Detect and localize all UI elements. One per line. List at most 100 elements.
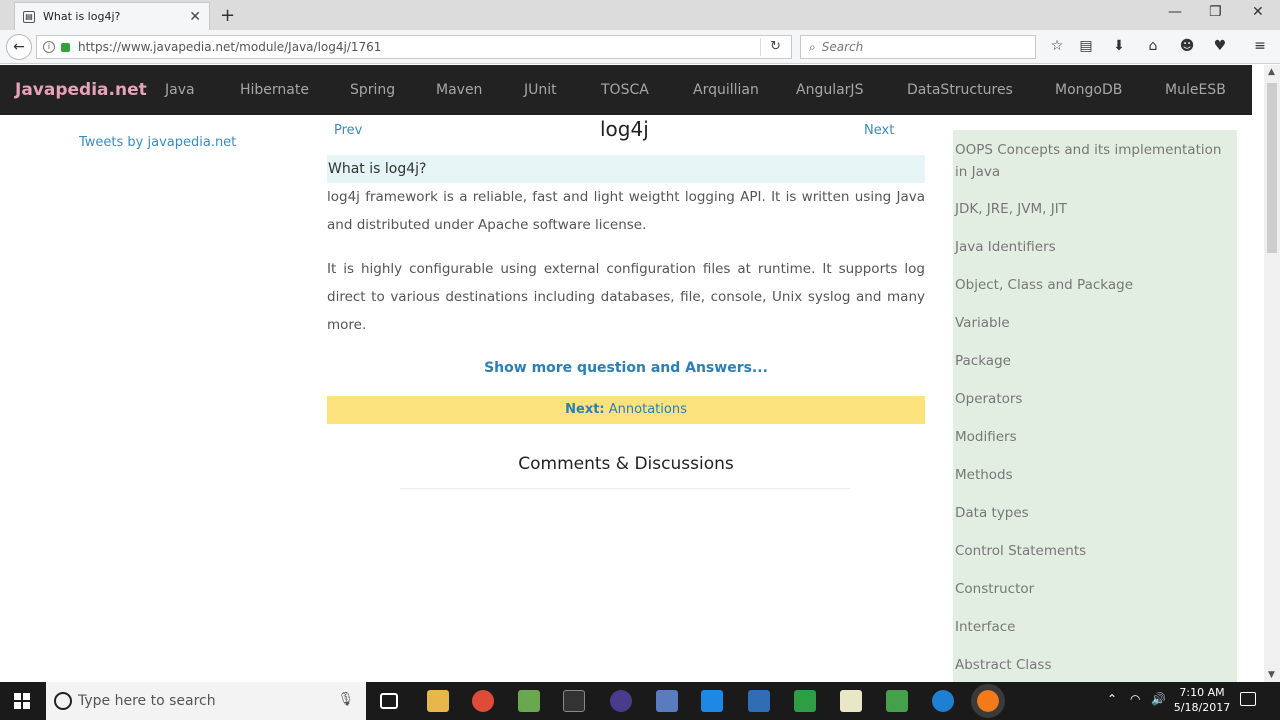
menu-item-arquillian[interactable]: Arquillian [693, 82, 796, 98]
edge-icon[interactable] [932, 690, 954, 712]
menu-item-tosca[interactable]: TOSCA [601, 82, 693, 98]
answer-paragraph-1: log4j framework is a reliable, fast and … [327, 189, 925, 233]
close-tab-icon[interactable]: ✕ [189, 9, 201, 25]
url-text[interactable]: https://www.javapedia.net/module/Java/lo… [78, 40, 381, 54]
address-bar[interactable]: i https://www.javapedia.net/module/Java/… [36, 35, 792, 59]
clock-date: 5/18/2017 [1173, 701, 1231, 714]
chat-icon[interactable]: ☻ [1178, 38, 1196, 54]
sidebar-item-constructor[interactable]: Constructor [955, 578, 1225, 600]
search-icon: ⌕ [809, 39, 816, 54]
volume-icon[interactable]: 🔊 [1151, 692, 1166, 706]
menu-item-hibernate[interactable]: Hibernate [240, 82, 350, 98]
taskbar-search-placeholder: Type here to search [78, 693, 216, 709]
divider [400, 488, 850, 489]
tweets-link[interactable]: Tweets by javapedia.net [79, 135, 236, 150]
cortana-icon [54, 692, 72, 710]
site-header: Javapedia.net Java Hibernate Spring Mave… [0, 65, 1252, 115]
question-heading: What is log4j? [327, 155, 925, 183]
scroll-up-icon[interactable]: ▲ [1268, 67, 1275, 77]
taskbar-clock[interactable]: 7:10 AM 5/18/2017 [1172, 685, 1232, 715]
network-icon[interactable]: ◠ [1130, 692, 1140, 706]
menu-item-junit[interactable]: JUnit [524, 82, 601, 98]
windows-taskbar: Type here to search 🎙 ⌃ ◠ 🔊 7:10 AM 5/18… [0, 682, 1280, 720]
back-button[interactable]: ← [6, 34, 32, 60]
sidebar-item-oops[interactable]: OOPS Concepts and its implementation in … [955, 139, 1225, 183]
taskbar-search-input[interactable]: Type here to search 🎙 [46, 682, 366, 720]
answer-paragraph-2: It is highly configurable using external… [327, 261, 925, 333]
divider [760, 38, 761, 56]
browser-tab-bar: ▤ What is log4j? ✕ + — ❐ ✕ [0, 0, 1280, 30]
restore-icon[interactable]: ❐ [1209, 4, 1222, 20]
task-view-icon[interactable] [380, 693, 398, 709]
vertical-scrollbar[interactable]: ▲ ▼ [1264, 65, 1280, 682]
browser-search-input[interactable]: ⌕ Search [800, 35, 1036, 59]
close-window-icon[interactable]: ✕ [1252, 4, 1264, 20]
clock-time: 7:10 AM [1179, 686, 1225, 699]
menu-item-muleesb[interactable]: MuleESB [1165, 82, 1245, 98]
site-brand[interactable]: Javapedia.net [15, 80, 165, 100]
site-menu: Java Hibernate Spring Maven JUnit TOSCA … [165, 82, 1245, 98]
app-icon[interactable] [656, 690, 678, 712]
prev-link[interactable]: Prev [334, 123, 362, 138]
windows-start-icon[interactable] [14, 693, 30, 709]
next-link[interactable]: Next [864, 123, 894, 138]
firefox-icon[interactable] [971, 684, 1005, 718]
app-icon[interactable] [794, 690, 816, 712]
minimize-icon[interactable]: — [1168, 4, 1182, 20]
next-label: Next: [565, 402, 605, 417]
show-more-link[interactable]: Show more question and Answers... [327, 360, 925, 376]
new-tab-icon[interactable]: + [220, 5, 235, 26]
comments-heading: Comments & Discussions [518, 454, 734, 474]
sidebar-item-methods[interactable]: Methods [955, 464, 1225, 486]
menu-item-maven[interactable]: Maven [436, 82, 524, 98]
reading-list-icon[interactable]: ▤ [1077, 38, 1095, 54]
sidebar-item-object-class[interactable]: Object, Class and Package [955, 274, 1225, 296]
sidebar-item-data-types[interactable]: Data types [955, 502, 1225, 524]
notification-icon[interactable] [1240, 692, 1256, 706]
app-icon[interactable] [518, 690, 540, 712]
page-icon: ▤ [23, 10, 35, 23]
next-topic-bar[interactable]: Next: Annotations [327, 396, 925, 424]
scrollbar-thumb[interactable] [1267, 83, 1277, 253]
menu-icon[interactable]: ≡ [1251, 38, 1269, 54]
pocket-icon[interactable]: ♥ [1211, 38, 1229, 54]
sidebar-item-identifiers[interactable]: Java Identifiers [955, 236, 1225, 258]
mail-icon[interactable] [701, 690, 723, 712]
browser-nav-bar: ← i https://www.javapedia.net/module/Jav… [0, 30, 1280, 64]
menu-item-mongodb[interactable]: MongoDB [1055, 82, 1165, 98]
menu-item-spring[interactable]: Spring [350, 82, 436, 98]
download-icon[interactable]: ⬇ [1110, 38, 1128, 54]
image-viewer-icon[interactable] [886, 690, 908, 712]
sidebar-item-jdk[interactable]: JDK, JRE, JVM, JIT [955, 198, 1225, 220]
sidebar-item-variable[interactable]: Variable [955, 312, 1225, 334]
reload-icon[interactable]: ↻ [770, 39, 781, 54]
visual-studio-code-icon[interactable] [748, 690, 770, 712]
topic-sidebar: OOPS Concepts and its implementation in … [953, 130, 1237, 682]
lock-icon [61, 42, 70, 52]
eclipse-icon[interactable] [610, 690, 632, 712]
search-placeholder: Search [821, 40, 864, 54]
sidebar-item-interface[interactable]: Interface [955, 616, 1225, 638]
file-explorer-icon[interactable] [427, 690, 449, 712]
menu-item-java[interactable]: Java [165, 82, 240, 98]
page-title: log4j [600, 117, 649, 141]
chrome-icon[interactable] [472, 690, 494, 712]
terminal-icon[interactable] [563, 690, 585, 712]
bookmark-star-icon[interactable]: ☆ [1048, 38, 1066, 54]
menu-item-angularjs[interactable]: AngularJS [796, 82, 907, 98]
browser-tab[interactable]: ▤ What is log4j? ✕ [14, 2, 210, 30]
info-icon[interactable]: i [43, 41, 55, 53]
tray-chevron-icon[interactable]: ⌃ [1107, 692, 1117, 706]
scroll-down-icon[interactable]: ▼ [1268, 670, 1275, 680]
sidebar-item-operators[interactable]: Operators [955, 388, 1225, 410]
next-topic-link[interactable]: Annotations [609, 402, 687, 417]
tab-title: What is log4j? [43, 10, 121, 23]
sidebar-item-abstract-class[interactable]: Abstract Class [955, 654, 1225, 676]
sidebar-item-control-statements[interactable]: Control Statements [955, 540, 1225, 562]
sidebar-item-package[interactable]: Package [955, 350, 1225, 372]
sidebar-item-modifiers[interactable]: Modifiers [955, 426, 1225, 448]
microphone-icon[interactable]: 🎙 [337, 692, 354, 707]
home-icon[interactable]: ⌂ [1144, 38, 1162, 54]
notepad-icon[interactable] [840, 690, 862, 712]
menu-item-datastructures[interactable]: DataStructures [907, 82, 1055, 98]
